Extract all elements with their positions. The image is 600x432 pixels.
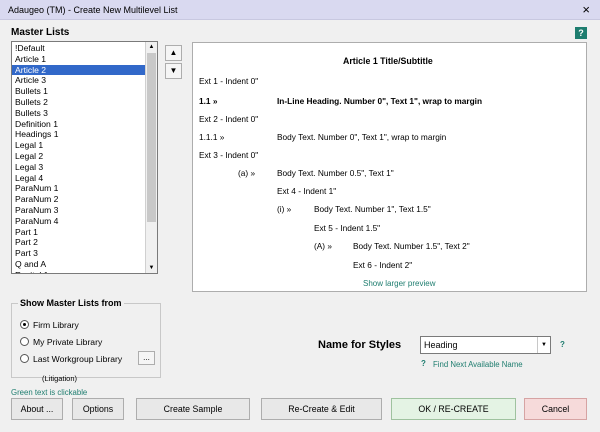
list-item[interactable]: Legal 3: [12, 162, 146, 173]
preview-l5-number: (A) »: [314, 241, 332, 251]
list-item[interactable]: Article 2: [12, 64, 146, 76]
title-bar: Adaugeo (TM) - Create New Multilevel Lis…: [0, 0, 600, 20]
master-lists-listbox[interactable]: !Default Article 1 Article 2 Article 3 Bulle…: [11, 41, 158, 274]
radio-last-workgroup-library[interactable]: Last Workgroup Library: [20, 354, 122, 364]
preview-l2-text: Body Text. Number 0", Text 1", wrap to m…: [277, 132, 447, 142]
list-item[interactable]: Part 2: [12, 237, 146, 248]
radio-firm-library[interactable]: Firm Library: [20, 320, 79, 330]
cancel-button[interactable]: Cancel: [524, 398, 587, 420]
show-larger-preview-link[interactable]: Show larger preview: [363, 279, 435, 288]
radio-button[interactable]: [20, 320, 29, 329]
preview-title: Article 1 Title/Subtitle: [343, 56, 433, 66]
arrow-up-icon: ▲: [169, 48, 178, 57]
list-item[interactable]: ParaNum 2: [12, 194, 146, 205]
list-item[interactable]: Article 3: [12, 75, 146, 86]
name-for-styles-label: Name for Styles: [318, 339, 402, 351]
radio-button[interactable]: [20, 354, 29, 363]
list-item[interactable]: ParaNum 3: [12, 205, 146, 216]
master-lists-label: Master Lists: [11, 27, 70, 38]
show-from-label: Show Master Lists from: [18, 298, 124, 308]
list-item[interactable]: Definition 1: [12, 119, 146, 130]
list-item[interactable]: ParaNum 1: [12, 183, 146, 194]
scroll-down-icon[interactable]: ▼: [146, 263, 157, 273]
master-lists-items: !Default Article 1 Article 2 Article 3 Bulle…: [12, 42, 146, 273]
about-button[interactable]: About ...: [11, 398, 63, 420]
list-item[interactable]: Bullets 3: [12, 108, 146, 119]
list-item[interactable]: Bullets 2: [12, 97, 146, 108]
list-item[interactable]: Recital 1: [12, 270, 146, 273]
create-sample-button[interactable]: Create Sample: [136, 398, 250, 420]
scroll-up-icon[interactable]: ▲: [146, 42, 157, 52]
preview-l4-number: (i) »: [277, 204, 292, 214]
radio-button[interactable]: [20, 337, 29, 346]
browse-workgroup-button[interactable]: ...: [138, 351, 155, 365]
list-item[interactable]: Article 1: [12, 54, 146, 65]
scroll-thumb[interactable]: [147, 53, 156, 222]
list-item[interactable]: Legal 4: [12, 173, 146, 184]
list-item[interactable]: Q and A: [12, 259, 146, 270]
preview-l4-text: Body Text. Number 1", Text 1.5": [314, 204, 431, 214]
style-name-value[interactable]: Heading: [424, 340, 458, 350]
preview-l3-text: Body Text. Number 0.5", Text 1": [277, 168, 394, 178]
preview-l5-text: Body Text. Number 1.5", Text 2": [353, 241, 470, 251]
list-item[interactable]: Headings 1: [12, 129, 146, 140]
preview-l2-number: 1.1.1 »: [199, 132, 225, 142]
recreate-edit-button[interactable]: Re-Create & Edit: [261, 398, 382, 420]
list-item[interactable]: !Default: [12, 43, 146, 54]
show-master-lists-from-group: Show Master Lists from Firm Library My P…: [11, 298, 161, 383]
listbox-scrollbar[interactable]: ▲ ▼: [145, 42, 157, 273]
preview-panel: Article 1 Title/Subtitle Ext 1 - Indent …: [192, 42, 587, 292]
preview-ext5: Ext 5 - Indent 1.5": [314, 223, 381, 233]
style-name-combobox[interactable]: Heading ▼: [420, 336, 551, 354]
preview-l1-number: 1.1 »: [199, 96, 218, 106]
preview-ext1: Ext 1 - Indent 0": [199, 76, 259, 86]
find-next-help-icon[interactable]: ?: [421, 359, 426, 368]
find-next-available-name-link[interactable]: Find Next Available Name: [433, 360, 523, 369]
chevron-down-icon[interactable]: ▼: [537, 337, 550, 353]
preview-l3-number: (a) »: [238, 168, 256, 178]
list-item[interactable]: Bullets 1: [12, 86, 146, 97]
preview-l1-text: In-Line Heading. Number 0", Text 1", wra…: [277, 96, 483, 106]
list-item[interactable]: Part 3: [12, 248, 146, 259]
styles-help-icon[interactable]: ?: [560, 340, 565, 349]
list-item[interactable]: Part 1: [12, 227, 146, 238]
preview-ext3: Ext 3 - Indent 0": [199, 150, 259, 160]
workgroup-note: (Litigation): [42, 374, 78, 383]
radio-my-private-library[interactable]: My Private Library: [20, 337, 102, 347]
preview-ext2: Ext 2 - Indent 0": [199, 114, 259, 124]
green-text-note: Green text is clickable: [11, 388, 88, 397]
close-icon[interactable]: ×: [582, 2, 590, 17]
help-icon[interactable]: ?: [575, 27, 587, 39]
ok-recreate-button[interactable]: OK / RE-CREATE: [391, 398, 516, 420]
arrow-down-icon: ▼: [169, 66, 178, 75]
preview-ext6: Ext 6 - Indent 2": [353, 260, 413, 270]
move-down-button[interactable]: ▼: [165, 63, 182, 79]
options-button[interactable]: Options: [72, 398, 124, 420]
list-item[interactable]: ParaNum 4: [12, 216, 146, 227]
window-title: Adaugeo (TM) - Create New Multilevel Lis…: [8, 5, 178, 15]
move-up-button[interactable]: ▲: [165, 45, 182, 61]
list-item[interactable]: Legal 1: [12, 140, 146, 151]
preview-ext4: Ext 4 - Indent 1": [277, 186, 337, 196]
list-item[interactable]: Legal 2: [12, 151, 146, 162]
